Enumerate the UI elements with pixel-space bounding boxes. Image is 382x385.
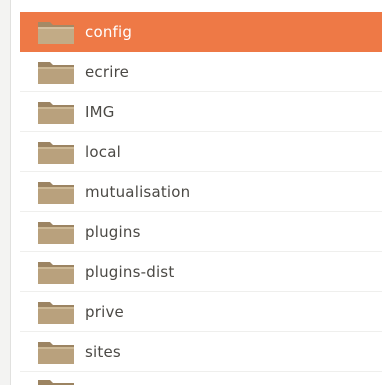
folder-name: local — [85, 142, 121, 161]
folder-icon — [36, 218, 76, 246]
folder-row-partial[interactable] — [20, 372, 382, 385]
folder-row-config[interactable]: config — [20, 12, 382, 52]
folder-name: plugins-dist — [85, 262, 175, 281]
folder-row-mutualisation[interactable]: mutualisation — [20, 172, 382, 212]
folder-name: prive — [85, 302, 124, 321]
folder-icon — [36, 376, 76, 385]
folder-icon — [36, 138, 76, 166]
folder-icon — [36, 58, 76, 86]
folder-icon — [36, 338, 76, 366]
folder-name: plugins — [85, 222, 141, 241]
folder-row-local[interactable]: local — [20, 132, 382, 172]
folder-icon — [36, 298, 76, 326]
folder-row-plugins-dist[interactable]: plugins-dist — [20, 252, 382, 292]
folder-name: IMG — [85, 102, 115, 121]
folder-icon — [36, 178, 76, 206]
sidebar-edge — [0, 0, 11, 385]
folder-row-plugins[interactable]: plugins — [20, 212, 382, 252]
folder-row-sites[interactable]: sites — [20, 332, 382, 372]
file-browser-window: config ecrire IMG local mutualisation pl… — [0, 0, 382, 385]
folder-row-ecrire[interactable]: ecrire — [20, 52, 382, 92]
folder-row-prive[interactable]: prive — [20, 292, 382, 332]
folder-name: ecrire — [85, 62, 130, 81]
folder-list: config ecrire IMG local mutualisation pl… — [20, 12, 382, 385]
folder-name: sites — [85, 342, 121, 361]
folder-row-img[interactable]: IMG — [20, 92, 382, 132]
folder-icon — [36, 258, 76, 286]
folder-icon — [36, 98, 76, 126]
folder-icon — [36, 18, 76, 46]
folder-name: config — [85, 22, 133, 41]
folder-name: mutualisation — [85, 182, 191, 201]
